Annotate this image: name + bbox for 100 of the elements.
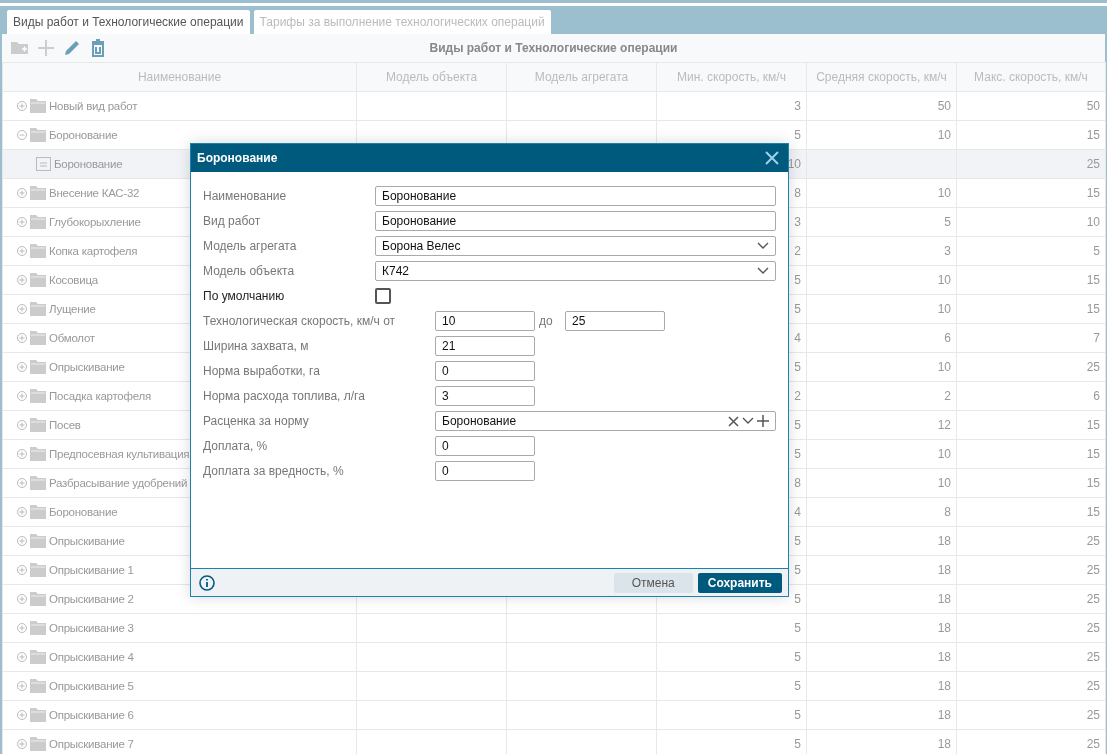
table-cell: 5 bbox=[794, 128, 801, 142]
table-cell: 15 bbox=[1086, 447, 1100, 461]
expand-icon[interactable] bbox=[17, 507, 27, 517]
expand-icon[interactable] bbox=[17, 594, 27, 604]
folder-icon bbox=[30, 301, 46, 317]
table-cell: 25 bbox=[1086, 360, 1100, 374]
table-cell: 10 bbox=[937, 128, 951, 142]
table-cell: 18 bbox=[937, 592, 951, 606]
table-cell: 5 bbox=[794, 447, 801, 461]
row-name: Обмолот bbox=[49, 332, 95, 344]
pencil-icon bbox=[62, 38, 82, 58]
expand-icon[interactable] bbox=[17, 449, 27, 459]
table-cell: 10 bbox=[1086, 215, 1100, 229]
folder-icon bbox=[30, 272, 46, 288]
table-cell: 10 bbox=[937, 476, 951, 490]
expand-icon[interactable] bbox=[17, 362, 27, 372]
table-cell: 10 bbox=[937, 186, 951, 200]
table-cell: 15 bbox=[1086, 273, 1100, 287]
table-cell: 2 bbox=[794, 389, 801, 403]
expand-icon[interactable] bbox=[17, 275, 27, 285]
row-name: Опрыскивание 4 bbox=[49, 651, 134, 663]
table-cell: 8 bbox=[794, 476, 801, 490]
row-name: Новый вид работ bbox=[49, 100, 138, 112]
table-cell: 8 bbox=[944, 505, 951, 519]
field-label: Модель агрегата bbox=[203, 239, 298, 253]
add-icon[interactable] bbox=[757, 415, 769, 427]
table-cell: 5 bbox=[794, 592, 801, 606]
table-cell: 5 bbox=[794, 360, 801, 374]
expand-icon[interactable] bbox=[17, 420, 27, 430]
table-cell: 8 bbox=[794, 186, 801, 200]
expand-icon[interactable] bbox=[17, 623, 27, 633]
row-name: Опрыскивание bbox=[49, 361, 125, 373]
checkbox[interactable] bbox=[375, 288, 391, 304]
folder-icon bbox=[30, 649, 46, 665]
pencil-button[interactable] bbox=[62, 38, 82, 58]
folder-icon bbox=[30, 620, 46, 636]
save-button[interactable]: Сохранить bbox=[697, 572, 782, 593]
expand-icon[interactable] bbox=[17, 333, 27, 343]
folder-icon bbox=[30, 533, 46, 549]
table-cell: 50 bbox=[937, 99, 951, 113]
table-cell: 15 bbox=[1086, 505, 1100, 519]
input-field[interactable]: 3 bbox=[435, 386, 535, 406]
input-field[interactable]: 25 bbox=[565, 311, 665, 331]
row-name: Опрыскивание 5 bbox=[49, 680, 134, 692]
dropdown[interactable]: К742 bbox=[375, 261, 776, 281]
table-cell: 5 bbox=[944, 215, 951, 229]
expand-icon[interactable] bbox=[17, 188, 27, 198]
field-label: Наименование bbox=[203, 189, 288, 203]
clear-icon[interactable] bbox=[728, 415, 739, 427]
table-cell: 5 bbox=[794, 621, 801, 635]
chevron-down-icon bbox=[757, 267, 769, 275]
close-button[interactable] bbox=[765, 151, 779, 165]
chevron-down-icon bbox=[757, 242, 769, 250]
input-field[interactable]: 10 bbox=[435, 311, 535, 331]
row-name: Опрыскивание 6 bbox=[49, 709, 134, 721]
grid-title: Виды работ и Технологические операции bbox=[429, 41, 678, 55]
tab[interactable]: Виды работ и Технологические операции bbox=[7, 10, 250, 34]
expand-icon[interactable] bbox=[17, 565, 27, 575]
table-cell: 10 bbox=[937, 360, 951, 374]
chevron-down-icon[interactable] bbox=[742, 417, 754, 425]
folder-icon bbox=[30, 707, 46, 723]
expand-icon[interactable] bbox=[17, 217, 27, 227]
expand-icon[interactable] bbox=[17, 478, 27, 488]
input-field[interactable]: 21 bbox=[435, 336, 535, 356]
table-cell: 5 bbox=[794, 679, 801, 693]
expand-icon[interactable] bbox=[17, 391, 27, 401]
input-field[interactable]: 0 bbox=[435, 461, 535, 481]
input-field[interactable]: Боронование bbox=[375, 186, 776, 206]
table-cell: 5 bbox=[794, 650, 801, 664]
expand-icon[interactable] bbox=[17, 710, 27, 720]
row-name: Косовица bbox=[49, 274, 98, 286]
expand-icon[interactable] bbox=[17, 101, 27, 111]
field-label: Ширина захвата, м bbox=[203, 339, 310, 353]
table-cell: 25 bbox=[1086, 708, 1100, 722]
expand-icon[interactable] bbox=[17, 246, 27, 256]
expand-icon[interactable] bbox=[17, 652, 27, 662]
input-field[interactable]: 0 bbox=[435, 436, 535, 456]
dropdown[interactable]: Борона Велес bbox=[375, 236, 776, 256]
collapse-icon[interactable] bbox=[17, 130, 27, 140]
field-label: Технологическая скорость, км/ч от bbox=[203, 314, 397, 328]
table-cell: 3 bbox=[944, 244, 951, 258]
expand-icon[interactable] bbox=[17, 304, 27, 314]
folder-icon bbox=[30, 98, 46, 114]
row-name: Лущение bbox=[49, 303, 96, 315]
info-icon[interactable] bbox=[199, 574, 215, 591]
cancel-button[interactable]: Отмена bbox=[613, 572, 693, 593]
expand-icon[interactable] bbox=[17, 536, 27, 546]
input-field[interactable]: 0 bbox=[435, 361, 535, 381]
row-name: Опрыскивание 3 bbox=[49, 622, 134, 634]
expand-icon[interactable] bbox=[17, 681, 27, 691]
row-name: Опрыскивание bbox=[49, 535, 125, 547]
table-cell: 18 bbox=[937, 621, 951, 635]
combo-field[interactable]: Боронование bbox=[435, 411, 776, 431]
table-cell: 25 bbox=[1086, 621, 1100, 635]
row-name: Боронование bbox=[49, 129, 118, 141]
table-cell: 5 bbox=[794, 708, 801, 722]
table-cell: 6 bbox=[944, 331, 951, 345]
input-field[interactable]: Боронование bbox=[375, 211, 776, 231]
field-label: Расценка за норму bbox=[203, 414, 310, 428]
expand-icon[interactable] bbox=[17, 739, 27, 749]
